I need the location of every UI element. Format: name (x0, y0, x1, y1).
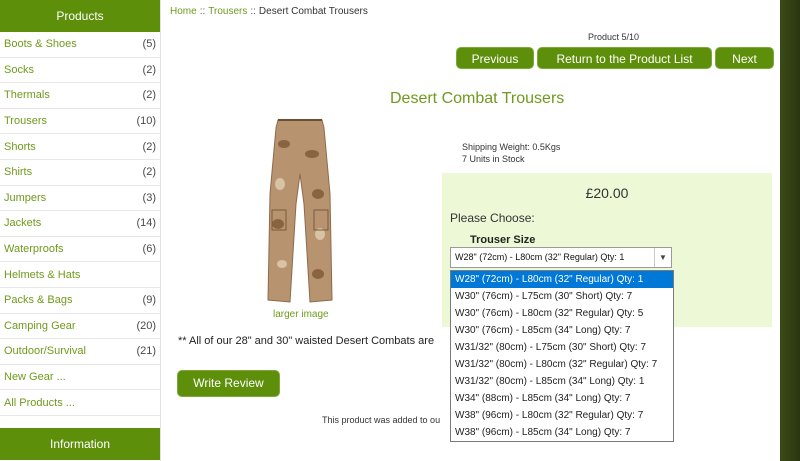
sidebar-item-label: Camping Gear (4, 319, 76, 332)
sidebar-item-shirts[interactable]: Shirts (2) (0, 160, 160, 186)
write-review-button[interactable]: Write Review (177, 370, 280, 397)
product-price: £20.00 (585, 185, 629, 201)
date-added-text: This product was added to ou (322, 415, 441, 425)
chevron-down-icon[interactable]: ▼ (654, 248, 671, 267)
breadcrumb-current: Desert Combat Trousers (258, 6, 368, 17)
sidebar-item-count: (2) (142, 166, 156, 179)
shipping-weight: Shipping Weight: 0.5Kgs (462, 142, 561, 152)
sidebar-item-label: Boots & Shoes (4, 38, 77, 51)
sidebar-item-count: (10) (136, 115, 156, 128)
sidebar-item-count: (2) (142, 140, 156, 153)
sidebar-item-count: (6) (142, 243, 156, 256)
sidebar-item-count: (3) (142, 191, 156, 204)
size-option[interactable]: W30" (76cm) - L75cm (30" Short) Qty: 7 (451, 288, 673, 305)
size-option[interactable]: W34" (88cm) - L85cm (34" Long) Qty: 7 (451, 390, 673, 407)
sidebar-title: Products (0, 0, 160, 32)
size-option[interactable]: W30" (76cm) - L85cm (34" Long) Qty: 7 (451, 322, 673, 339)
sidebar-item-boots-shoes[interactable]: Boots & Shoes (5) (0, 32, 160, 58)
return-to-list-button[interactable]: Return to the Product List (537, 47, 712, 69)
product-title: Desert Combat Trousers (390, 90, 565, 107)
size-option[interactable]: W38" (96cm) - L80cm (32" Regular) Qty: 7 (451, 407, 673, 424)
sidebar-item-trousers[interactable]: Trousers (10) (0, 109, 160, 135)
sidebar-item-count: (2) (142, 89, 156, 102)
next-button[interactable]: Next (715, 47, 774, 69)
sidebar-item-label: Shorts (4, 140, 36, 153)
sidebar-item-label: All Products ... (4, 396, 75, 409)
sidebar-item-label: New Gear ... (4, 371, 66, 384)
sidebar-item-jumpers[interactable]: Jumpers (3) (0, 186, 160, 212)
size-option[interactable]: W31/32" (80cm) - L80cm (32" Regular) Qty… (451, 356, 673, 373)
selected-size: W28" (72cm) - L80cm (32" Regular) Qty: 1 (455, 252, 625, 262)
size-options-dropdown: W28" (72cm) - L80cm (32" Regular) Qty: 1… (450, 270, 674, 442)
please-choose-label: Please Choose: (450, 211, 535, 225)
sidebar-item-label: Packs & Bags (4, 294, 73, 307)
sidebar-item-label: Waterproofs (4, 243, 64, 256)
size-option[interactable]: W31/32" (80cm) - L75cm (30" Short) Qty: … (451, 339, 673, 356)
sidebar-item-count: (2) (142, 63, 156, 76)
size-option[interactable]: W38" (96cm) - L85cm (34" Long) Qty: 7 (451, 424, 673, 441)
sidebar-item-socks[interactable]: Socks (2) (0, 58, 160, 84)
sidebar-item-all-products[interactable]: All Products ... (0, 390, 160, 416)
sidebar-item-helmets-hats[interactable]: Helmets & Hats (0, 262, 160, 288)
breadcrumb-trousers[interactable]: Trousers (208, 6, 247, 17)
sidebar: Products Boots & Shoes (5) Socks (2) Therm… (0, 0, 161, 461)
larger-image-link[interactable]: larger image (273, 309, 329, 320)
sidebar-item-label: Helmets & Hats (4, 268, 81, 281)
size-option[interactable]: W31/32" (80cm) - L85cm (34" Long) Qty: 1 (451, 373, 673, 390)
sidebar-item-outdoor-survival[interactable]: Outdoor/Survival (21) (0, 339, 160, 365)
trouser-size-label: Trouser Size (470, 234, 536, 246)
sidebar-item-label: Jumpers (4, 191, 47, 204)
sidebar-item-jackets[interactable]: Jackets (14) (0, 211, 160, 237)
sidebar-item-label: Thermals (4, 89, 50, 102)
sidebar-item-count: (20) (136, 319, 156, 332)
product-count: Product 5/10 (588, 32, 640, 42)
information-header: Information (0, 428, 160, 460)
sidebar-item-label: Socks (4, 63, 34, 76)
page-edge (780, 0, 800, 461)
sidebar-item-waterproofs[interactable]: Waterproofs (6) (0, 237, 160, 263)
sidebar-item-thermals[interactable]: Thermals (2) (0, 83, 160, 109)
sidebar-item-label: Jackets (4, 217, 42, 230)
size-option[interactable]: W28" (72cm) - L80cm (32" Regular) Qty: 1 (451, 271, 673, 288)
previous-button[interactable]: Previous (456, 47, 534, 69)
sidebar-item-label: Outdoor/Survival (4, 345, 86, 358)
product-image[interactable] (260, 114, 340, 306)
sidebar-item-count: (14) (136, 217, 156, 230)
breadcrumb-separator: :: (199, 6, 206, 17)
sidebar-item-packs-bags[interactable]: Packs & Bags (9) (0, 288, 160, 314)
sidebar-item-count: (9) (142, 294, 156, 307)
stock-level: 7 Units in Stock (462, 154, 525, 164)
breadcrumb-home[interactable]: Home (170, 6, 197, 17)
sidebar-item-label: Trousers (4, 115, 47, 128)
sidebar-item-new-gear[interactable]: New Gear ... (0, 365, 160, 391)
breadcrumb: Home:: Trousers:: Desert Combat Trousers (170, 6, 368, 17)
sidebar-item-label: Shirts (4, 166, 33, 179)
breadcrumb-separator: :: (250, 6, 256, 17)
shipping-info: Shipping Weight: 0.5Kgs 7 Units in Stock (462, 141, 560, 165)
sidebar-item-camping-gear[interactable]: Camping Gear (20) (0, 314, 160, 340)
trouser-size-select[interactable]: W28" (72cm) - L80cm (32" Regular) Qty: 1… (450, 247, 672, 268)
size-option[interactable]: W30" (76cm) - L80cm (32" Regular) Qty: 5 (451, 305, 673, 322)
sidebar-item-count: (5) (142, 38, 156, 51)
sidebar-item-count: (21) (136, 345, 156, 358)
sizing-note: ** All of our 28" and 30" waisted Desert… (178, 335, 435, 347)
category-list: Boots & Shoes (5) Socks (2) Thermals (2) Tr… (0, 32, 160, 416)
sidebar-item-shorts[interactable]: Shorts (2) (0, 134, 160, 160)
